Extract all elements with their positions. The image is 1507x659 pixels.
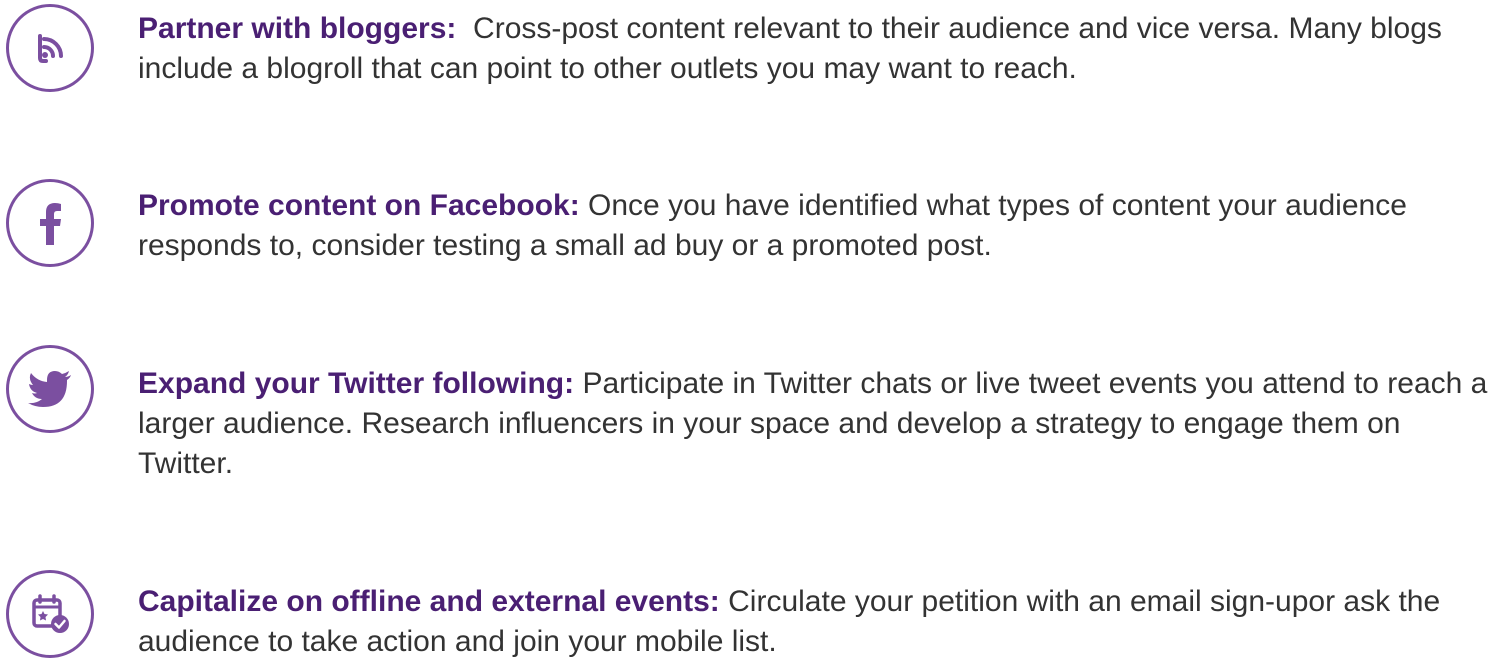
tip-text: Capitalize on offline and external event… (138, 582, 1500, 659)
tip-heading: Partner with bloggers: (138, 12, 457, 45)
tip-heading: Expand your Twitter following: (138, 367, 575, 400)
rss-icon (6, 4, 94, 92)
calendar-event-icon (6, 570, 94, 658)
tip-heading: Capitalize on offline and external event… (138, 585, 720, 618)
tip-text: Partner with bloggers: Cross-post conten… (138, 9, 1500, 89)
tip-heading: Promote content on Facebook: (138, 189, 580, 222)
facebook-icon (6, 179, 94, 267)
twitter-icon (6, 345, 94, 433)
tip-text: Expand your Twitter following: Participa… (138, 364, 1500, 484)
tip-text: Promote content on Facebook: Once you ha… (138, 186, 1500, 266)
